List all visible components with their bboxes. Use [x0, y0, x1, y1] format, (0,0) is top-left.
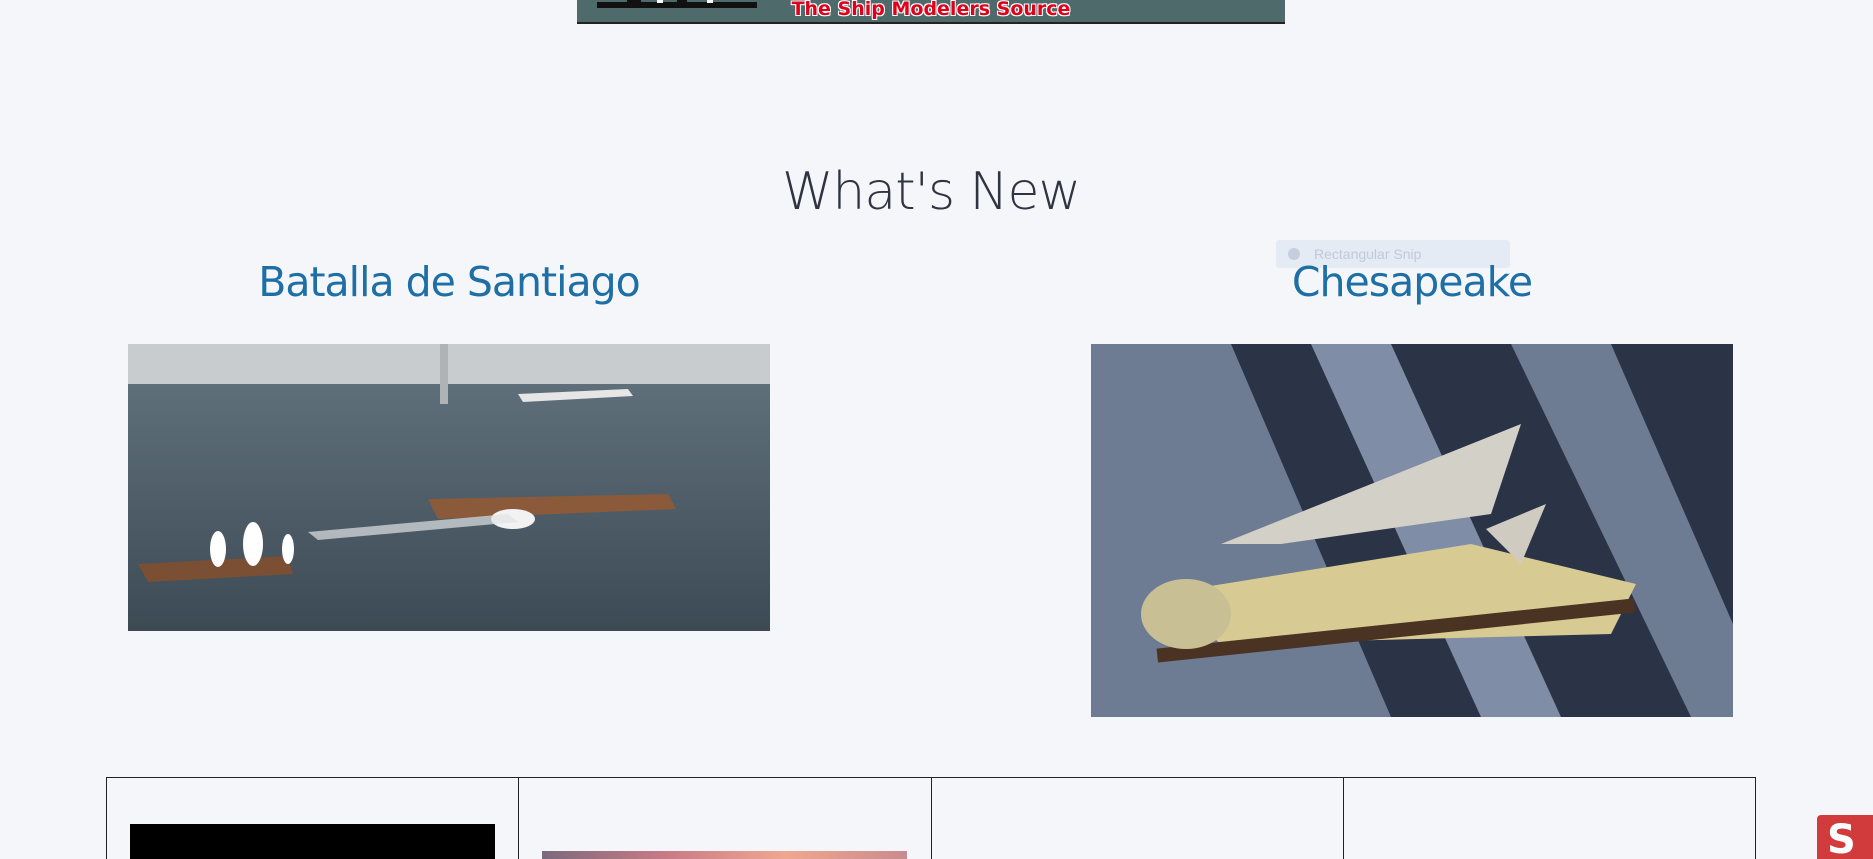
grid-cell-1[interactable]	[107, 778, 520, 859]
side-badge-icon[interactable]: S	[1817, 815, 1873, 859]
grid-cell-3[interactable]	[932, 778, 1344, 859]
sailboat-model-photo[interactable]	[1091, 344, 1733, 717]
whats-new-heading: What's New	[782, 162, 1081, 222]
side-badge-glyph: S	[1827, 817, 1856, 859]
sunset-thumbnail[interactable]	[542, 851, 908, 859]
site-title: The Ship Modelers Source	[791, 0, 1071, 20]
black-thumbnail[interactable]	[130, 824, 495, 859]
post-title-batalla[interactable]: Batalla de Santiago	[128, 258, 770, 306]
naval-battle-photo[interactable]	[128, 344, 770, 631]
post-title-chesapeake[interactable]: Chesapeake	[1091, 258, 1733, 306]
sailboat-model-image	[1091, 344, 1733, 717]
grid-cell-2[interactable]	[519, 778, 932, 859]
naval-battle-image	[128, 344, 770, 631]
featured-grid	[106, 777, 1756, 859]
grid-cell-4[interactable]	[1344, 778, 1755, 859]
site-banner[interactable]: The Ship Modelers Source	[577, 0, 1285, 24]
